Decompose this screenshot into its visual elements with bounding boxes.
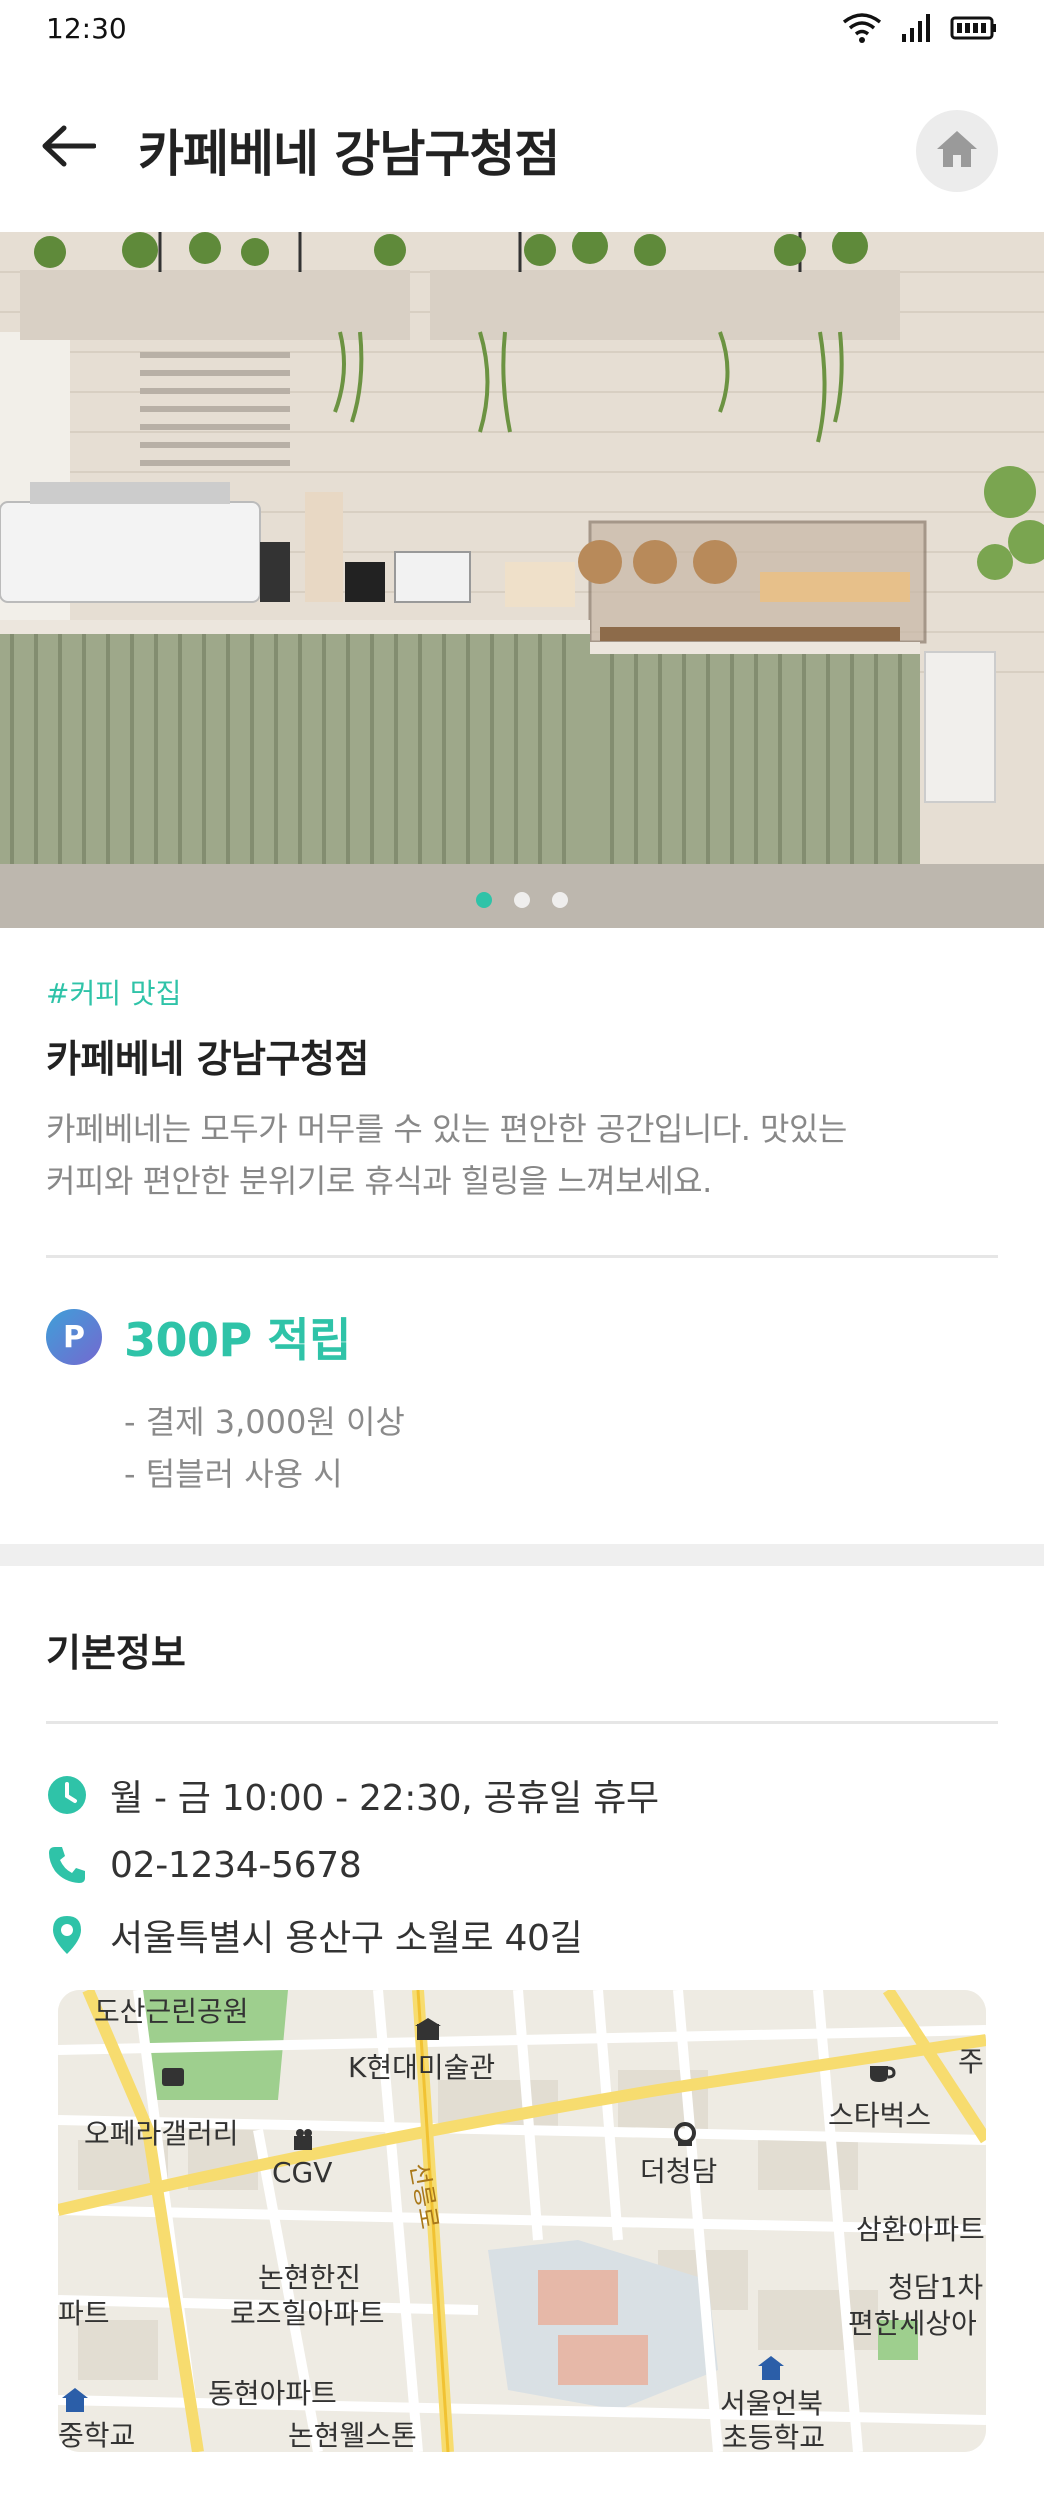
battery-icon (950, 14, 998, 42)
carousel-dot-2[interactable] (514, 892, 530, 908)
map-label-cgv: CGV (272, 2156, 333, 2189)
app-header: 카페베네 강남구청점 (0, 96, 1044, 206)
status-icons (842, 12, 998, 44)
museum-pin-icon (415, 2018, 441, 2040)
school-pin-icon (758, 2356, 784, 2380)
carousel-dot-3[interactable] (552, 892, 568, 908)
map-label-nonhyeon-hanjin: 논현한진 (258, 2261, 362, 2294)
location-pin-icon (46, 1914, 88, 1956)
map-label-comfort: 편한세상아 (848, 2307, 977, 2340)
map-label-donghyeon: 동현아파트 (208, 2377, 337, 2410)
wifi-icon (842, 12, 882, 44)
gallery-pin-icon (162, 2068, 184, 2086)
points-condition: - 결제 3,000원 이상 (124, 1403, 405, 1441)
back-button[interactable] (36, 116, 100, 180)
clock-icon (46, 1774, 88, 1816)
cafe-interior-photo (0, 232, 1044, 928)
map-label-samhwan: 삼환아파트 (856, 2213, 985, 2246)
arrow-left-icon (40, 124, 97, 172)
image-carousel[interactable] (0, 232, 1044, 928)
school-pin-icon (62, 2388, 88, 2412)
page-title: 카페베네 강남구청점 (138, 125, 560, 183)
address-text: 서울특별시 용산구 소월로 40길 (110, 1918, 583, 1959)
status-time: 12:30 (46, 12, 127, 45)
points-header: P 300P 적립 (46, 1304, 998, 1370)
map-label-nonhyeon-wells: 논현웰스톤 (288, 2419, 417, 2452)
store-description: 카페베네는 모두가 머무를 수 있는 편안한 공간입니다. 맛있는 커피와 편안… (46, 1103, 998, 1207)
points-section: P 300P 적립 - 결제 3,000원 이상 - 텀블러 사용 시 (46, 1304, 998, 1500)
map-label-edge: 주 (958, 2045, 984, 2078)
phone-row[interactable]: 02-1234-5678 (46, 1830, 998, 1900)
basic-info-list: 월 - 금 10:00 - 22:30, 공휴일 휴무 02-1234-5678… (46, 1760, 998, 1970)
basic-info-title: 기본정보 (46, 1631, 186, 1675)
points-conditions: - 결제 3,000원 이상 - 텀블러 사용 시 (124, 1396, 998, 1500)
map-background (58, 1990, 986, 2452)
divider (46, 1721, 998, 1724)
hours-row: 월 - 금 10:00 - 22:30, 공휴일 휴무 (46, 1760, 998, 1830)
point-icon: P (46, 1309, 102, 1365)
map-label-the-chungdam: 더청담 (640, 2155, 718, 2188)
signal-icon (900, 12, 932, 44)
map-label-eonbuk-school: 초등학교 (722, 2421, 826, 2452)
hours-text: 월 - 금 10:00 - 22:30, 공휴일 휴무 (110, 1778, 659, 1819)
phone-icon (46, 1844, 88, 1886)
place-pin-icon (674, 2122, 696, 2146)
store-description-line: 커피와 편안한 분위기로 휴식과 힐링을 느껴보세요. (46, 1162, 712, 1200)
store-tag[interactable]: #커피 맛집 (46, 972, 998, 1012)
map-label-school: 중학교 (58, 2419, 136, 2452)
store-description-line: 카페베네는 모두가 머무를 수 있는 편안한 공간입니다. 맛있는 (46, 1110, 847, 1148)
location-map[interactable]: 도산근린공원 K현대미술관 오페라갤러리 CGV 스타벅스 더청담 삼환아파트 … (58, 1990, 986, 2452)
map-label-park: 도산근린공원 (94, 1995, 249, 2028)
status-bar: 12:30 (0, 0, 1044, 58)
map-label-apt: 파트 (58, 2297, 110, 2330)
phone-number[interactable]: 02-1234-5678 (110, 1845, 362, 1886)
map-label-cheongdam: 청담1차 (888, 2271, 984, 2304)
map-label-gallery: 오페라갤러리 (84, 2117, 239, 2150)
section-separator (0, 1544, 1044, 1566)
address-row: 서울특별시 용산구 소월로 40길 (46, 1900, 998, 1970)
home-icon (935, 129, 979, 173)
store-info: #커피 맛집 카페베네 강남구청점 카페베네는 모두가 머무를 수 있는 편안한… (46, 972, 998, 1207)
home-button[interactable] (916, 110, 998, 192)
carousel-dot-1[interactable] (476, 892, 492, 908)
map-label-starbucks: 스타벅스 (828, 2099, 932, 2132)
map-label-museum: K현대미술관 (348, 2051, 496, 2084)
carousel-indicator (0, 892, 1044, 908)
store-name: 카페베네 강남구청점 (46, 1037, 369, 1081)
divider (46, 1255, 998, 1258)
cafe-pin-icon (870, 2066, 896, 2082)
points-condition: - 텀블러 사용 시 (124, 1455, 343, 1493)
map-label-rosehill: 로즈힐아파트 (230, 2297, 385, 2330)
cinema-pin-icon (294, 2129, 312, 2150)
points-title: 300P 적립 (124, 1313, 351, 1367)
